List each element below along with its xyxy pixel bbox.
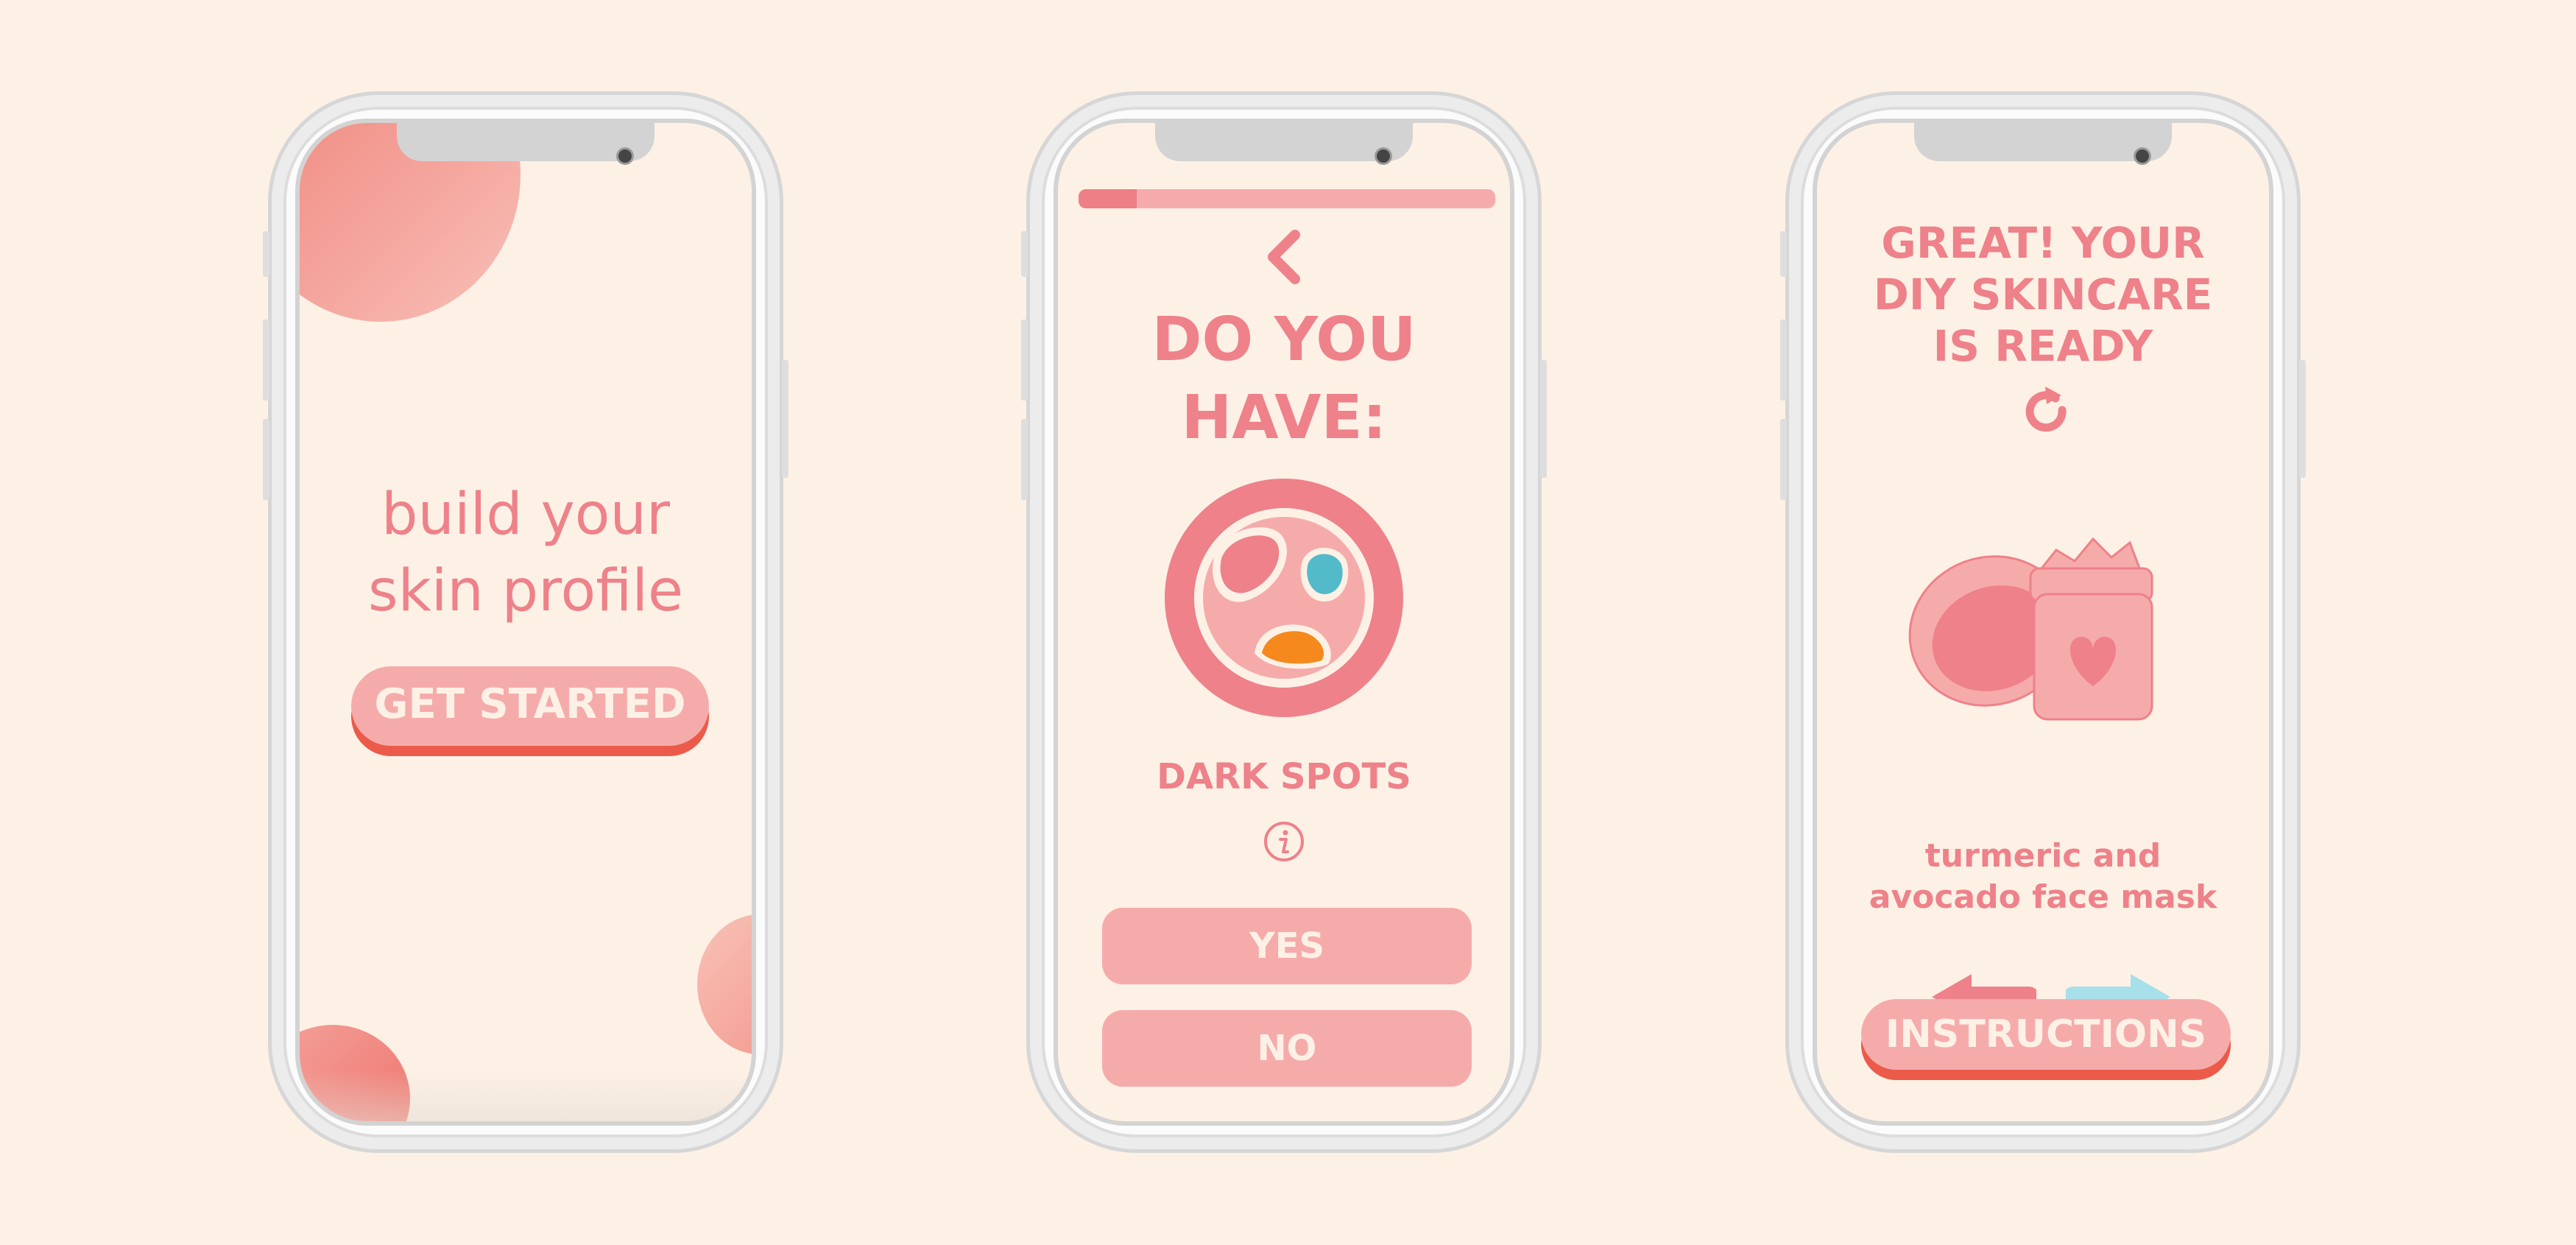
phone-1-mute-switch [263,231,269,277]
phone-2-volume-down [1021,419,1028,500]
face-mask-jar-illustration [1905,528,2185,749]
bottom-fade [300,1070,752,1121]
info-icon[interactable] [1263,820,1305,863]
phone-3-mute-switch [1780,231,1787,277]
phone-1-volume-down [263,419,269,500]
phone-frame-2: DO YOU HAVE: DARK SPOTS YES NO [1021,91,1547,1153]
no-button[interactable]: NO [1102,1010,1472,1087]
skin-spots-illustration [1162,476,1405,719]
mockup-stage: build your skin profile GET STARTED DO Y… [0,0,2576,1245]
decorative-blob-right [697,914,752,1054]
product-name-line-1: turmeric and [1924,837,2162,875]
progress-bar [1079,189,1495,208]
phone-2-power-button [1540,360,1547,478]
phone-1-volume-up [263,320,269,401]
phone-frame-1: build your skin profile GET STARTED [263,91,788,1153]
phone-notch [397,123,654,161]
phone-2-mute-switch [1021,231,1028,277]
headline-line-1: build your [381,482,670,548]
result-headline: GREAT! YOUR DIY SKINCARE IS READY [1817,217,2269,372]
product-name-line-2: avocado face mask [1869,878,2217,916]
condition-label: DARK SPOTS [1157,756,1411,797]
onboarding-screen: build your skin profile GET STARTED [300,123,752,1121]
get-started-button[interactable]: GET STARTED [351,666,709,746]
result-screen: GREAT! YOUR DIY SKINCARE IS READY turmer… [1817,123,2269,1121]
phone-3-volume-down [1780,419,1787,500]
chevron-left-icon[interactable] [1258,228,1310,286]
question-title: DO YOU HAVE: [1058,301,1510,457]
question-line-2: HAVE: [1181,383,1387,453]
refresh-icon[interactable] [2020,382,2072,434]
result-headline-line-2: DIY SKINCARE [1873,269,2213,320]
phone-1-power-button [782,360,788,478]
question-screen: DO YOU HAVE: DARK SPOTS YES NO [1058,123,1510,1121]
phone-notch [1914,123,2172,161]
phone-frame-3: GREAT! YOUR DIY SKINCARE IS READY turmer… [1780,91,2306,1153]
question-line-1: DO YOU [1151,305,1416,375]
headline-line-2: skin profile [367,558,684,624]
front-camera [618,149,632,163]
yes-button[interactable]: YES [1102,908,1472,984]
onboarding-headline: build your skin profile [300,476,752,629]
phone-2-volume-up [1021,320,1028,401]
phone-3-volume-up [1780,320,1787,401]
front-camera [1377,149,1390,163]
phone-3-power-button [2299,360,2306,478]
front-camera [2136,149,2149,163]
result-headline-line-1: GREAT! YOUR [1881,218,2205,268]
result-headline-line-3: IS READY [1933,321,2153,371]
phone-notch [1155,123,1413,161]
instructions-button[interactable]: INSTRUCTIONS [1861,999,2231,1070]
product-name: turmeric and avocado face mask [1817,836,2269,918]
progress-bar-fill [1079,189,1137,208]
